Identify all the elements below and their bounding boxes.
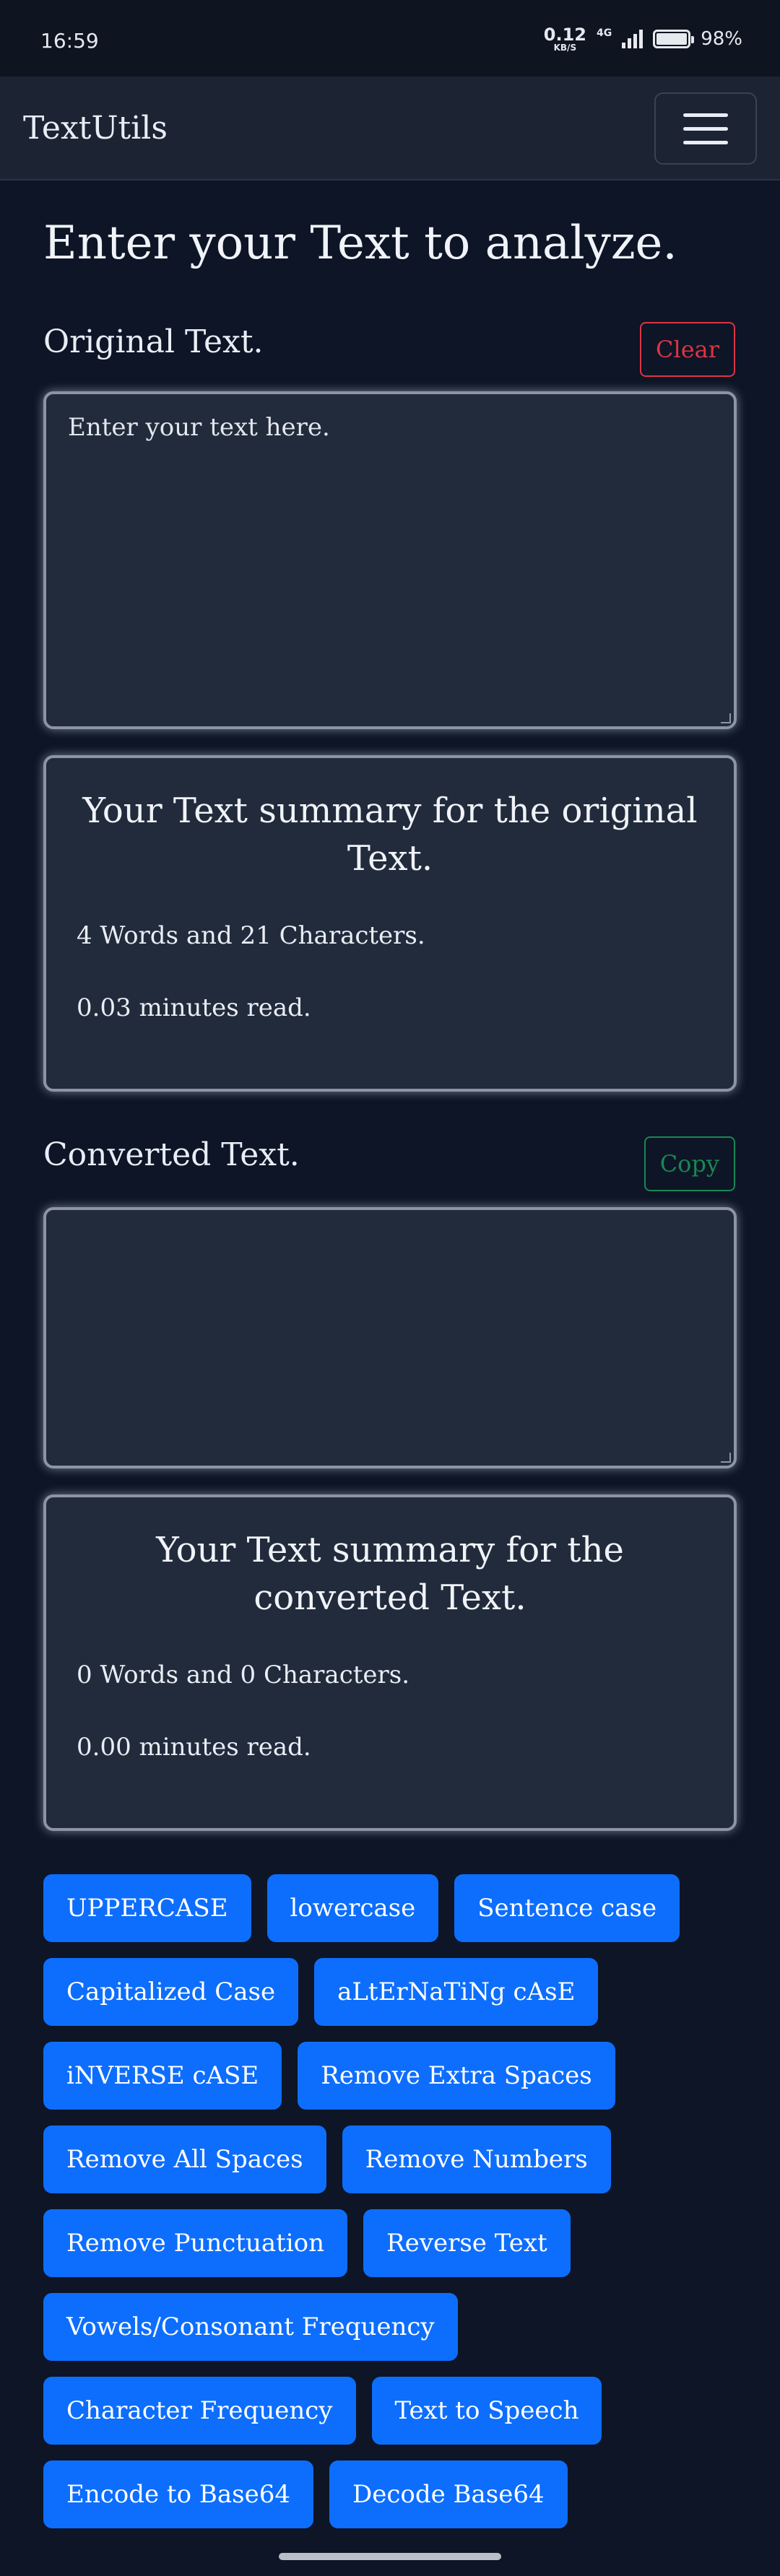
- status-icons: 0.12 KB/S 4G 98%: [544, 26, 742, 52]
- signal-icon: [622, 30, 644, 48]
- remove-all-spaces-button[interactable]: Remove All Spaces: [43, 2125, 326, 2193]
- net-speed-value: 0.12: [543, 25, 586, 45]
- character-frequency-button[interactable]: Character Frequency: [43, 2377, 356, 2445]
- resize-handle-icon[interactable]: [721, 1453, 731, 1463]
- inverse-case-button[interactable]: iNVERSE cASE: [43, 2042, 282, 2110]
- action-row: Character Frequency Text to Speech: [43, 2377, 737, 2445]
- menu-toggle-button[interactable]: [654, 92, 757, 165]
- text-to-speech-button[interactable]: Text to Speech: [371, 2377, 602, 2445]
- original-summary-title: Your Text summary for the original Text.: [82, 791, 698, 879]
- converted-text-output[interactable]: [43, 1207, 737, 1468]
- encode-base64-button[interactable]: Encode to Base64: [43, 2460, 313, 2528]
- alternating-case-button[interactable]: aLtErNaTiNg cAsE: [314, 1958, 599, 2026]
- decode-base64-button[interactable]: Decode Base64: [329, 2460, 568, 2528]
- sentence-case-button[interactable]: Sentence case: [454, 1874, 680, 1942]
- page-title: Enter your Text to analyze.: [43, 217, 677, 270]
- brand-link[interactable]: TextUtils: [23, 110, 168, 147]
- navbar: TextUtils: [0, 77, 780, 180]
- converted-summary-title: Your Text summary for the converted Text…: [156, 1530, 624, 1618]
- net-speed-unit: KB/S: [553, 43, 577, 53]
- remove-numbers-button[interactable]: Remove Numbers: [342, 2125, 611, 2193]
- original-text-label: Original Text.: [43, 323, 264, 360]
- action-row: iNVERSE cASE Remove Extra Spaces: [43, 2042, 737, 2110]
- original-read-time: 0.03 minutes read.: [77, 993, 311, 1022]
- original-word-count: 4 Words and 21 Characters.: [77, 921, 425, 950]
- original-text-placeholder: Enter your text here.: [68, 413, 330, 442]
- copy-button[interactable]: Copy: [644, 1136, 735, 1191]
- resize-handle-icon[interactable]: [721, 713, 731, 723]
- converted-summary-card: Your Text summary for the converted Text…: [43, 1494, 737, 1831]
- action-row: Remove Punctuation Reverse Text: [43, 2209, 737, 2277]
- action-row: Encode to Base64 Decode Base64: [43, 2460, 737, 2528]
- action-buttons: UPPERCASE lowercase Sentence case Capita…: [43, 1874, 737, 2544]
- status-time: 16:59: [40, 29, 99, 53]
- battery-level: 98%: [701, 28, 742, 50]
- converted-read-time: 0.00 minutes read.: [77, 1733, 311, 1762]
- lowercase-button[interactable]: lowercase: [266, 1874, 439, 1942]
- action-row: Remove All Spaces Remove Numbers: [43, 2125, 737, 2193]
- converted-word-count: 0 Words and 0 Characters.: [77, 1661, 410, 1689]
- uppercase-button[interactable]: UPPERCASE: [43, 1874, 251, 1942]
- capitalized-case-button[interactable]: Capitalized Case: [43, 1958, 299, 2026]
- vowel-consonant-frequency-button[interactable]: Vowels/Consonant Frequency: [43, 2293, 458, 2361]
- reverse-text-button[interactable]: Reverse Text: [363, 2209, 571, 2277]
- clear-button[interactable]: Clear: [639, 322, 735, 377]
- action-row: Capitalized Case aLtErNaTiNg cAsE: [43, 1958, 737, 2026]
- home-indicator[interactable]: [279, 2553, 501, 2560]
- net-speed: 0.12 KB/S: [544, 26, 586, 52]
- remove-punctuation-button[interactable]: Remove Punctuation: [43, 2209, 348, 2277]
- remove-extra-spaces-button[interactable]: Remove Extra Spaces: [298, 2042, 615, 2110]
- status-bar: 16:59 0.12 KB/S 4G 98%: [0, 0, 780, 77]
- battery-icon: [653, 30, 695, 48]
- hamburger-icon: [683, 113, 728, 117]
- action-row: Vowels/Consonant Frequency: [43, 2293, 737, 2361]
- converted-text-label: Converted Text.: [43, 1136, 300, 1173]
- original-text-input[interactable]: Enter your text here.: [43, 391, 737, 729]
- original-summary-card: Your Text summary for the original Text.…: [43, 755, 737, 1092]
- network-type: 4G: [596, 27, 612, 39]
- action-row: UPPERCASE lowercase Sentence case: [43, 1874, 737, 1942]
